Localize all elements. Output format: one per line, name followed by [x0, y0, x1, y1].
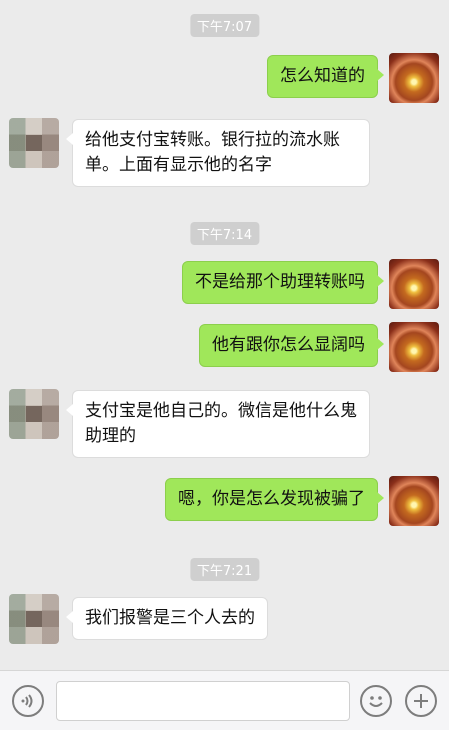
- timestamp: 下午7:07: [189, 14, 260, 37]
- message-sent[interactable]: 不是给那个助理转账吗: [182, 261, 384, 304]
- my-avatar[interactable]: [389, 322, 439, 372]
- contact-avatar[interactable]: [9, 594, 59, 644]
- message-received[interactable]: 我们报警是三个人去的: [66, 597, 268, 640]
- more-button[interactable]: [405, 685, 437, 717]
- voice-icon: [21, 694, 33, 708]
- timestamp: 下午7:21: [189, 558, 260, 581]
- input-bar: [0, 670, 449, 730]
- timestamp: 下午7:14: [189, 222, 260, 245]
- my-avatar[interactable]: [389, 259, 439, 309]
- my-avatar[interactable]: [389, 476, 439, 526]
- message-sent[interactable]: 嗯，你是怎么发现被骗了: [165, 478, 384, 521]
- message-sent[interactable]: 怎么知道的: [267, 55, 384, 98]
- my-avatar[interactable]: [389, 53, 439, 103]
- chat-area[interactable]: 下午7:07 怎么知道的 给他支付宝转账。银行拉的流水账单。上面有显示他的名字 …: [0, 0, 449, 670]
- contact-avatar[interactable]: [9, 118, 59, 168]
- contact-avatar[interactable]: [9, 389, 59, 439]
- emoji-button[interactable]: [360, 685, 392, 717]
- emoji-icon: [369, 696, 383, 707]
- message-received[interactable]: 支付宝是他自己的。微信是他什么鬼助理的: [66, 390, 370, 458]
- plus-icon: [414, 694, 428, 708]
- message-sent[interactable]: 他有跟你怎么显阔吗: [199, 324, 384, 367]
- message-input[interactable]: [56, 681, 350, 721]
- message-received[interactable]: 给他支付宝转账。银行拉的流水账单。上面有显示他的名字: [66, 119, 370, 187]
- voice-button[interactable]: [12, 685, 44, 717]
